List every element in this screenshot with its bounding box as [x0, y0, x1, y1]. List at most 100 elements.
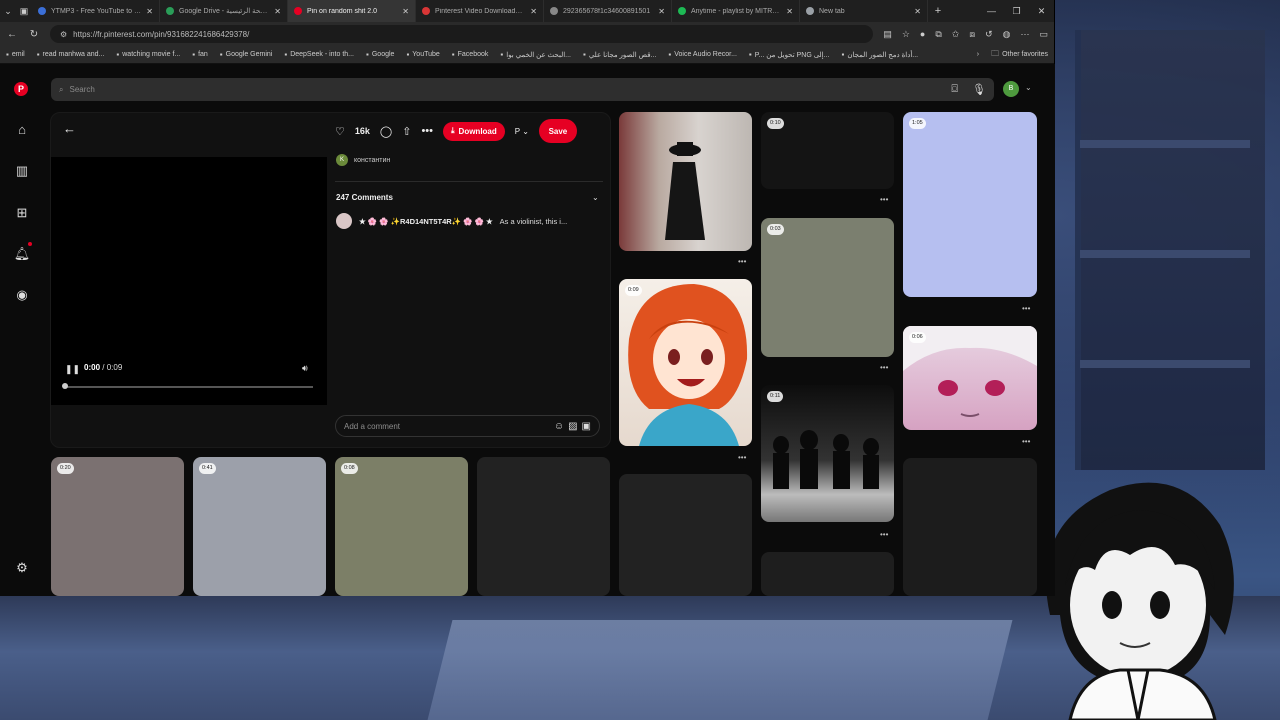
more-options-icon[interactable]: ••• — [421, 125, 433, 137]
more-icon[interactable]: ••• — [880, 195, 888, 204]
bookmark-item[interactable]: ▪ fan — [192, 50, 208, 59]
pin-tile[interactable] — [761, 385, 894, 522]
more-icon[interactable]: ••• — [880, 363, 888, 372]
history-icon[interactable]: ↺ — [985, 29, 993, 40]
comment-input[interactable]: Add a comment ☺ ▨ ▣ — [335, 415, 600, 437]
search-input[interactable]: Search — [69, 85, 94, 94]
bookmarks-overflow-icon[interactable]: › — [977, 51, 979, 58]
pin-tile[interactable] — [903, 112, 1037, 297]
pin-tile[interactable] — [619, 279, 752, 446]
favorites-icon[interactable]: ✩ — [952, 29, 960, 40]
more-icon[interactable]: ••• — [738, 257, 746, 266]
image-icon[interactable]: ▣ — [582, 421, 591, 432]
browser-tab[interactable]: Pin on random shit 2.0 ✕ — [288, 0, 416, 22]
extensions-puzzle-icon[interactable]: ⧉ — [935, 29, 941, 40]
more-icon[interactable]: ••• — [880, 530, 888, 539]
bookmark-item[interactable]: ▪ Google — [366, 50, 394, 59]
browser-tab[interactable]: 292365678f1c34600891501 ✕ — [544, 0, 672, 22]
close-tab-icon[interactable]: ✕ — [146, 7, 153, 16]
extension-icon[interactable]: ● — [920, 29, 925, 40]
close-tab-icon[interactable]: ✕ — [402, 7, 409, 16]
pin-tile[interactable] — [619, 474, 752, 596]
messages-icon[interactable]: ◉ — [12, 285, 32, 305]
explore-icon[interactable]: ▥ — [12, 161, 32, 181]
close-tab-icon[interactable]: ✕ — [914, 7, 921, 16]
creator-info[interactable]: K константин — [336, 154, 390, 166]
search-bar[interactable]: ⌕ Search ⌼ 🎙︎ — [51, 78, 994, 101]
bookmark-item[interactable]: ▪ P... تحويل من PNG إلى... — [749, 50, 830, 59]
sticker-icon[interactable]: ▨ — [568, 421, 577, 432]
back-arrow-icon[interactable]: ← — [63, 121, 76, 136]
browser-tab[interactable]: Google Drive - الصفحة الرئيسية ✕ — [160, 0, 288, 22]
minimize-button[interactable]: — — [979, 6, 1004, 16]
creator-avatar[interactable]: K — [336, 154, 348, 166]
close-tab-icon[interactable]: ✕ — [530, 7, 537, 16]
pin-tile[interactable] — [51, 457, 184, 596]
close-tab-icon[interactable]: ✕ — [658, 7, 665, 16]
sidebar-toggle-icon[interactable]: ▭ — [1039, 29, 1048, 40]
pin-tile[interactable] — [761, 218, 894, 357]
commenter-name[interactable]: ★ 🌸 🌸 ✨R4D14NT5T4R✨ 🌸 🌸 ★ — [359, 217, 493, 226]
bookmark-item[interactable]: ▪ البحث عن الخمي بوا... — [500, 50, 571, 59]
pin-tile[interactable] — [619, 112, 752, 251]
new-tab-button[interactable]: + — [928, 5, 948, 17]
back-arrow-icon[interactable]: ← — [6, 29, 18, 40]
bookmark-item[interactable]: ▪ أداة دمج الصور المجان... — [841, 50, 918, 59]
more-icon[interactable]: ••• — [738, 453, 746, 462]
site-info-icon[interactable]: ⚙ — [60, 30, 67, 39]
save-button[interactable]: Save — [538, 119, 577, 143]
browser-tab[interactable]: Anytime - playlist by MITROZE| ✕ — [672, 0, 800, 22]
chevron-down-icon[interactable]: ⌄ — [592, 193, 599, 202]
pin-tile[interactable] — [335, 457, 468, 596]
tab-list-icon[interactable]: ⌄ — [0, 6, 16, 17]
reload-icon[interactable]: ↻ — [28, 29, 40, 40]
address-bar[interactable]: ⚙ https://fr.pinterest.com/pin/931682241… — [50, 25, 874, 43]
collections-icon[interactable]: ⧈ — [969, 29, 975, 40]
close-tab-icon[interactable]: ✕ — [786, 7, 793, 16]
video-player[interactable]: ❚❚ 0:00 / 0:09 🔊︎ — [51, 157, 327, 405]
close-tab-icon[interactable]: ✕ — [274, 7, 281, 16]
share-icon[interactable]: ⇧ — [402, 125, 411, 138]
notifications-bell-icon[interactable]: 🔔︎ — [12, 244, 32, 264]
settings-gear-icon[interactable]: ⚙ — [12, 558, 32, 578]
bookmark-item[interactable]: ▪ Facebook — [452, 50, 489, 59]
browser-tab[interactable]: Pinterest Video Downloader - Do ✕ — [416, 0, 544, 22]
bookmark-item[interactable]: ▪ YouTube — [406, 50, 439, 59]
profile-circle-icon[interactable]: ◍ — [1003, 29, 1011, 40]
bookmark-item[interactable]: ▪ DeepSeek - into th... — [284, 50, 354, 59]
close-window-button[interactable]: ✕ — [1029, 6, 1054, 17]
workspaces-icon[interactable]: ▣ — [16, 6, 32, 17]
other-favorites[interactable]: 🗀 Other favorites — [991, 48, 1048, 62]
play-pause-icon[interactable]: ❚❚ — [65, 364, 80, 375]
restore-button[interactable]: ❐ — [1004, 6, 1029, 17]
more-menu-icon[interactable]: ⋯ — [1020, 29, 1029, 40]
download-button[interactable]: ⤓ Download — [443, 121, 505, 141]
emoji-icon[interactable]: ☺ — [554, 421, 564, 432]
pin-tile[interactable] — [903, 458, 1037, 596]
profile-avatar[interactable]: B — [1003, 81, 1019, 97]
microphone-icon[interactable]: 🎙︎ — [972, 83, 986, 96]
chevron-down-icon[interactable]: ⌄ — [1025, 83, 1032, 92]
volume-icon[interactable]: 🔊︎ — [302, 363, 308, 374]
comment-icon[interactable]: ◯ — [380, 125, 392, 138]
bookmark-item[interactable]: ▪ Google Gemini — [220, 50, 273, 59]
commenter-avatar[interactable] — [336, 213, 352, 229]
video-progress-handle[interactable] — [62, 383, 68, 389]
pin-tile[interactable] — [477, 457, 610, 596]
home-icon[interactable]: ⌂ — [12, 120, 32, 140]
creator-name[interactable]: константин — [354, 157, 390, 164]
pinterest-logo-icon[interactable]: P — [14, 82, 28, 96]
pin-tile[interactable] — [761, 552, 894, 596]
bookmark-item[interactable]: ▪ watching movie f... — [116, 50, 180, 59]
heart-icon[interactable]: ♡ — [335, 125, 345, 138]
bookmark-item[interactable]: ▪ Voice Audio Recor... — [668, 50, 737, 59]
reading-mode-icon[interactable]: ▤ — [883, 29, 892, 40]
favorite-star-icon[interactable]: ☆ — [902, 29, 910, 40]
more-icon[interactable]: ••• — [1022, 437, 1030, 446]
comments-header[interactable]: 247 Comments — [336, 193, 393, 202]
pin-tile[interactable] — [193, 457, 326, 596]
bookmark-item[interactable]: ▪ read manhwa and... — [37, 50, 105, 59]
video-progress-track[interactable] — [64, 386, 313, 388]
create-icon[interactable]: ⊞ — [12, 203, 32, 223]
bookmark-item[interactable]: ▪ emil — [6, 50, 25, 59]
